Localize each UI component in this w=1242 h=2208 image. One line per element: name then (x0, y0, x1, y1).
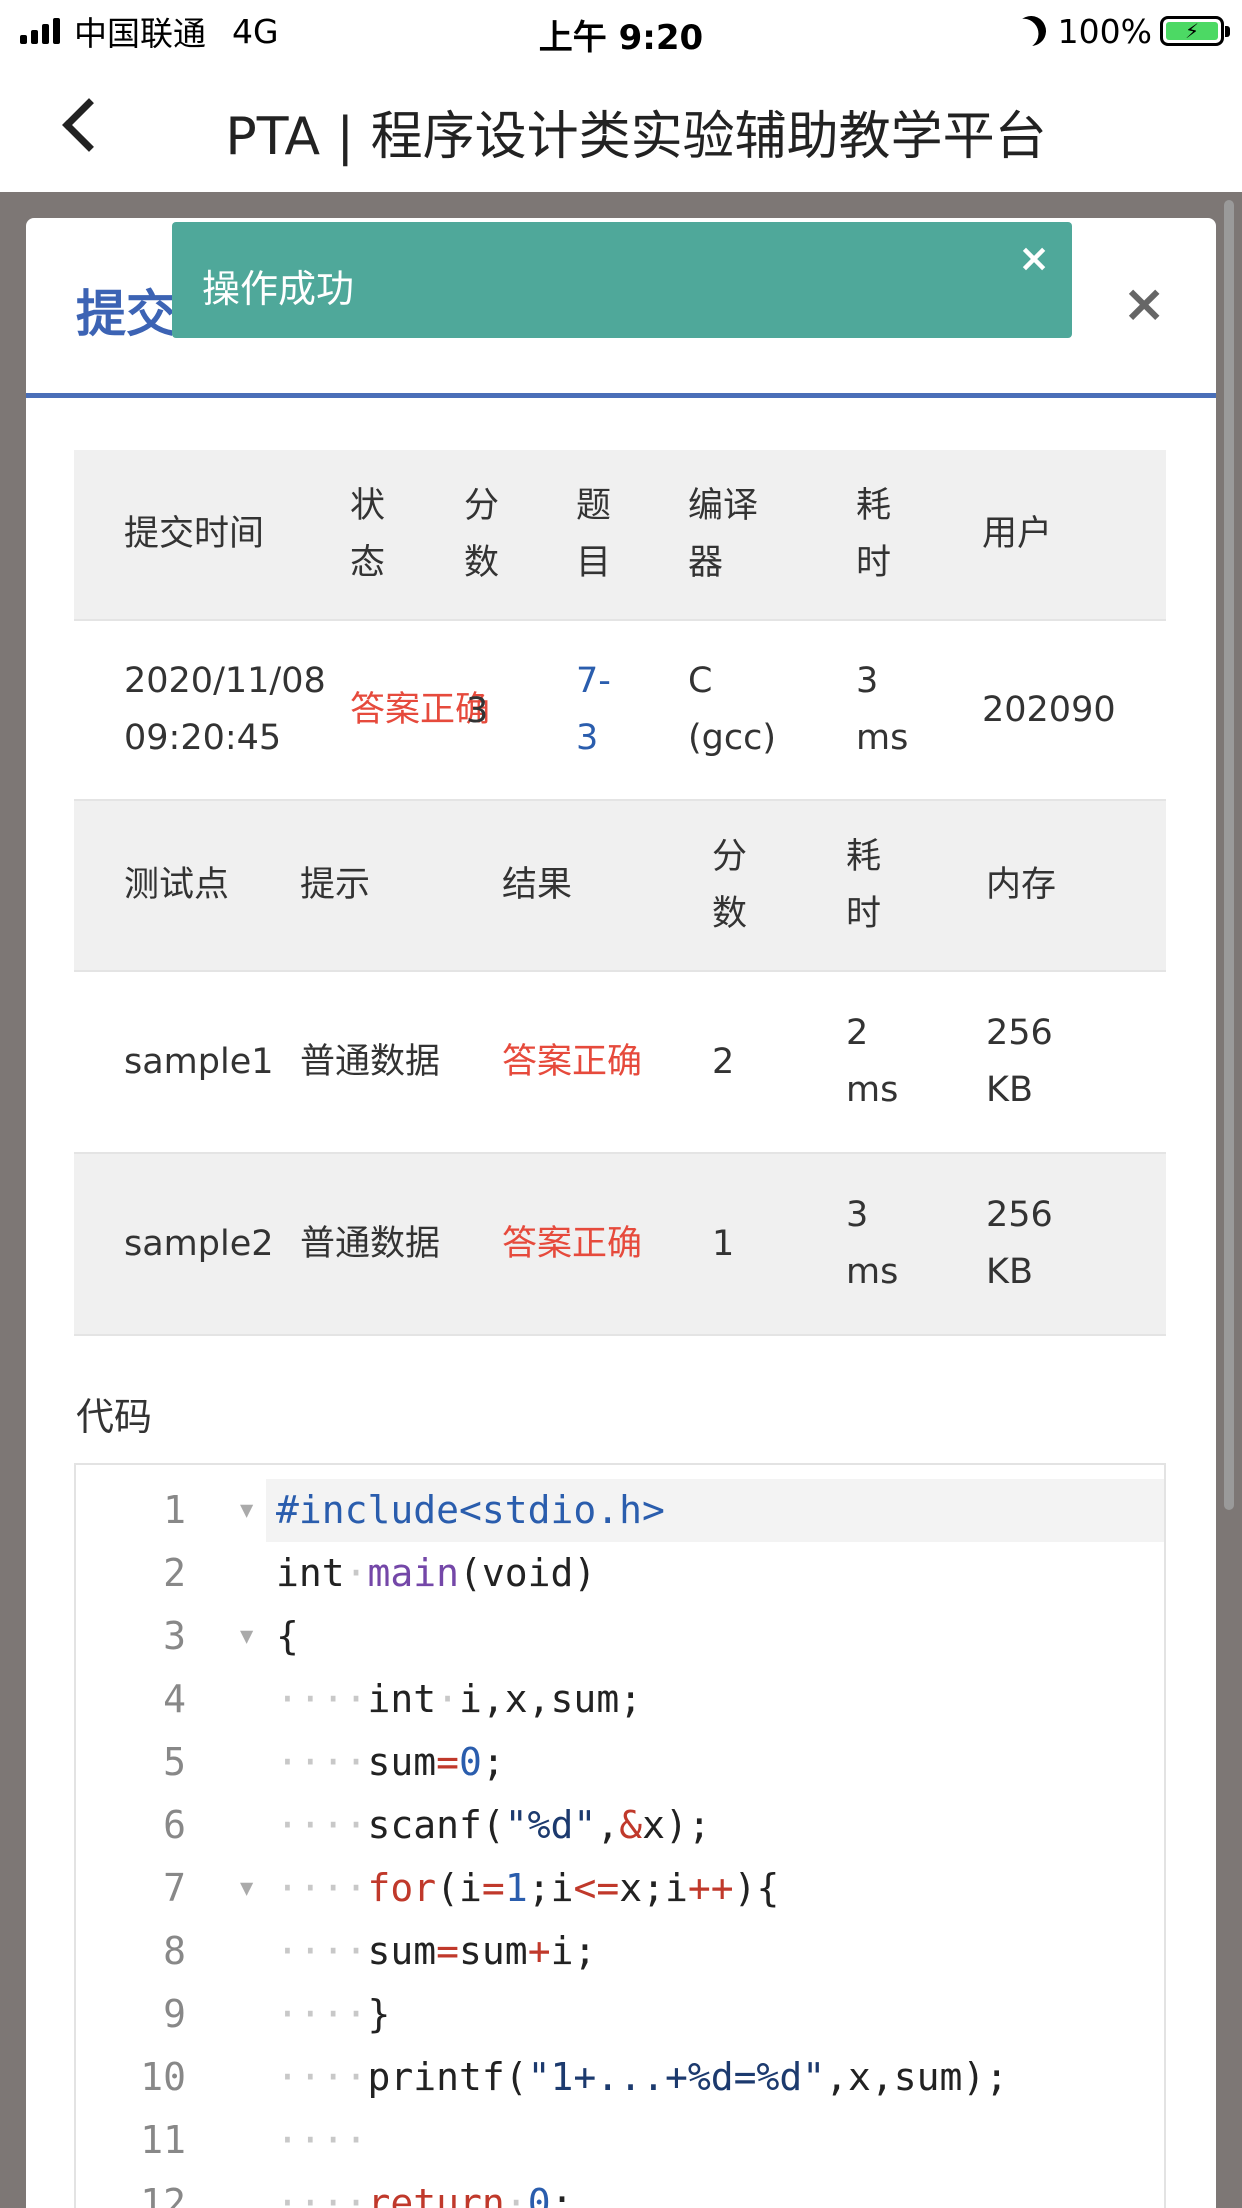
user-value: 202090 (982, 620, 1166, 800)
code-line: 10 ····printf("1+...+%d=%d",x,sum); (140, 2055, 1009, 2099)
code-line: 6 ····scanf("%d",&x); (163, 1803, 711, 1847)
fold-toggle-icon[interactable]: ▼ (240, 1605, 253, 1668)
col-header-score: 分数 (712, 801, 846, 971)
success-toast: 操作成功 × (172, 222, 1072, 338)
navigation-bar: PTA | 程序设计类实验辅助教学平台 (0, 62, 1242, 192)
col-header-score: 分数 (464, 450, 576, 620)
testcase-table: 测试点 提示 结果 分数 耗时 内存 sample1 普通数据 答案正确 2 2… (74, 801, 1166, 1336)
modal-title: 提交 (76, 285, 176, 343)
table-row: sample1 普通数据 答案正确 2 2 ms 256 KB (74, 971, 1166, 1153)
col-header-compiler: 编译器 (688, 450, 856, 620)
submit-time: 2020/11/08 09:20:45 (74, 620, 350, 800)
col-header-hint: 提示 (300, 801, 502, 971)
code-line: 1 ▼ #include<stdio.h> (76, 1479, 1164, 1542)
testpoint-result: 答案正确 (502, 1041, 643, 1082)
fold-toggle-icon[interactable]: ▼ (240, 1857, 253, 1920)
testpoint-hint: 普通数据 (300, 1153, 502, 1335)
col-header-memory: 内存 (986, 801, 1166, 971)
col-header-problem: 题目 (576, 450, 688, 620)
code-line: 11 ···· (140, 2118, 368, 2162)
testpoint-name: sample2 (74, 1153, 300, 1335)
problem-link[interactable]: 7-3 (576, 620, 688, 800)
code-line: 8 ····sum=sum+i; (163, 1929, 597, 1973)
testpoint-name: sample1 (124, 1041, 274, 1082)
compiler-value: C (gcc) (688, 620, 856, 800)
close-icon[interactable]: × (1122, 274, 1166, 334)
col-header-status: 状态 (350, 450, 464, 620)
testpoint-score: 2 (712, 1041, 735, 1082)
col-header-submit-time: 提交时间 (74, 450, 350, 620)
testpoint-score: 1 (712, 1153, 846, 1335)
do-not-disturb-icon (1011, 12, 1049, 50)
code-line: 12 ····return·0; (140, 2181, 574, 2208)
col-header-duration: 耗时 (846, 801, 986, 971)
toast-message: 操作成功 (202, 267, 355, 311)
code-viewer[interactable]: 1 ▼ #include<stdio.h> 2 int·main(void) 3 ▼{ … (74, 1463, 1166, 2208)
duration-value: 3 ms (856, 620, 982, 800)
code-line: 3 ▼{ (76, 1605, 1164, 1668)
col-header-user: 用户 (982, 450, 1166, 620)
status-bar: 中国联通 4G 上午 9:20 100% ⚡ (0, 0, 1242, 62)
submission-table: 提交时间 状态 分数 题目 编译器 耗时 用户 2020/11/08 09:20… (74, 450, 1166, 801)
col-header-result: 结果 (502, 801, 712, 971)
fold-toggle-icon[interactable]: ▼ (240, 1479, 253, 1542)
status-score-cell: 答案正确 3 (350, 620, 576, 800)
score-value: 3 (466, 691, 489, 731)
close-icon[interactable]: × (1018, 236, 1050, 280)
testpoint-duration: 3 ms (846, 1153, 986, 1335)
table-header-row: 提交时间 状态 分数 题目 编译器 耗时 用户 (74, 450, 1166, 620)
table-header-row: 测试点 提示 结果 分数 耗时 内存 (74, 801, 1166, 971)
table-row: sample2 普通数据 答案正确 1 3 ms 256 KB (74, 1153, 1166, 1335)
code-section-label: 代码 (76, 1395, 153, 1439)
table-row: 2020/11/08 09:20:45 答案正确 3 7-3 C (gcc) 3… (74, 620, 1166, 800)
page-scrollbar[interactable] (1224, 200, 1234, 1510)
testpoint-memory: 256 KB (986, 1013, 1053, 1110)
col-header-duration: 耗时 (856, 450, 982, 620)
submission-modal: 提交 × 提交时间 状态 分数 题目 编译器 耗时 用户 2020/11/08 … (26, 218, 1216, 2208)
page-title: PTA | 程序设计类实验辅助教学平台 (225, 107, 1047, 167)
code-line: 7 ▼ ····for(i=1;i<=x;i++){ (76, 1857, 1164, 1920)
testpoint-duration: 2 ms (846, 1013, 899, 1110)
testpoint-memory: 256 KB (986, 1153, 1166, 1335)
testpoint-hint: 普通数据 (300, 1041, 441, 1082)
code-line: 4 ····int·i,x,sum; (163, 1677, 643, 1721)
code-line: 5 ····sum=0; (163, 1740, 505, 1784)
code-line: 9 ····} (163, 1992, 391, 2036)
battery-percent: 100% (1057, 11, 1152, 51)
testpoint-result: 答案正确 (502, 1153, 712, 1335)
battery-icon: ⚡ (1160, 16, 1230, 46)
col-header-testpoint: 测试点 (74, 801, 300, 971)
code-line: 2 int·main(void) (163, 1551, 597, 1595)
